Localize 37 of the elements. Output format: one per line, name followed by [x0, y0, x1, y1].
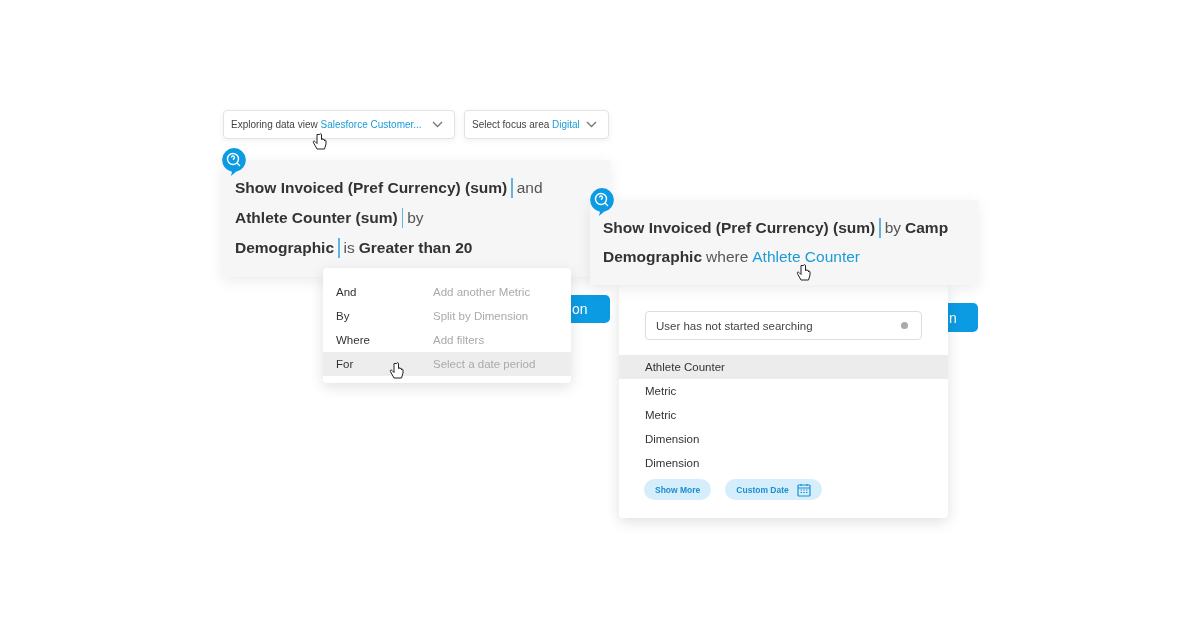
query-text: is	[343, 239, 355, 257]
hand-pointer-icon	[389, 362, 404, 380]
query-text: Demographic	[603, 248, 703, 266]
text-cursor	[401, 208, 404, 228]
focus-area-dropdown[interactable]: Select focus area Digital	[464, 110, 609, 139]
calendar-icon	[796, 482, 811, 497]
query-text: by	[407, 209, 424, 227]
menu-item[interactable]: For Select a date period	[323, 352, 571, 376]
query-text: Greater than 20	[358, 239, 473, 257]
text-cursor	[338, 238, 340, 258]
chevron-down-icon	[432, 121, 443, 128]
query-text: Show Invoiced (Pref Currency) (sum)	[603, 219, 876, 237]
query-text: Show Invoiced (Pref Currency) (sum)	[235, 179, 508, 197]
menu-item[interactable]: And Add another Metric	[323, 280, 571, 304]
chevron-down-icon	[586, 121, 597, 128]
hand-pointer-icon	[796, 264, 811, 282]
query-text: where	[706, 248, 749, 266]
suggestion-item[interactable]: Metric	[619, 379, 948, 403]
suggestion-item[interactable]: Dimension	[619, 451, 948, 475]
menu-item[interactable]: By Split by Dimension	[323, 304, 571, 328]
suggestion-item[interactable]: Dimension	[619, 427, 948, 451]
suggestion-item[interactable]: Metric	[619, 403, 948, 427]
dropdown-label: Exploring data view Salesforce Customer...	[231, 119, 422, 130]
query-text: and	[516, 179, 543, 197]
query-text: by	[884, 219, 902, 237]
status-dot-icon	[901, 322, 908, 329]
dropdown-label: Select focus area Digital	[472, 119, 580, 130]
query-text: Demographic	[235, 239, 335, 257]
text-cursor	[879, 218, 881, 238]
query-text: Athlete Counter (sum)	[235, 209, 398, 227]
menu-item[interactable]: Where Add filters	[323, 328, 571, 352]
suggestion-item[interactable]: Athlete Counter	[619, 355, 948, 379]
data-view-dropdown[interactable]: Exploring data view Salesforce Customer...	[223, 110, 455, 139]
query-text: Camp	[905, 219, 949, 237]
search-field[interactable]: User has not started searching	[645, 311, 922, 340]
text-cursor	[511, 178, 513, 198]
hand-pointer-icon	[312, 133, 327, 151]
